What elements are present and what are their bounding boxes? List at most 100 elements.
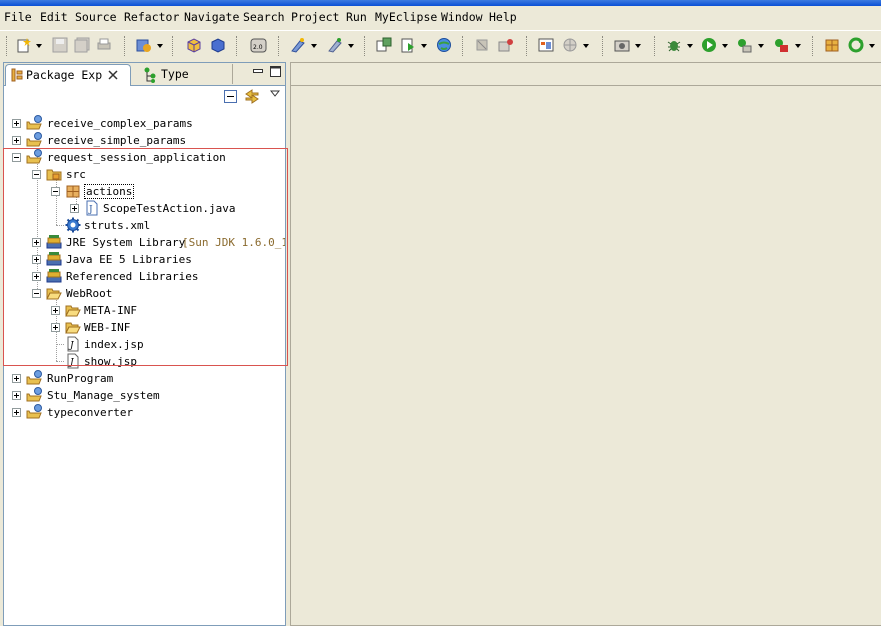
open-resource-icon[interactable] — [400, 37, 416, 53]
deploy-icon[interactable] — [186, 37, 202, 53]
server-icon[interactable] — [210, 37, 226, 53]
tree-row-request-session-application[interactable]: request_session_application — [4, 149, 285, 166]
camera-icon[interactable] — [614, 37, 630, 53]
menu-project[interactable]: Project — [291, 10, 339, 24]
menu-source[interactable]: Source — [75, 10, 117, 24]
expand-toggle[interactable] — [12, 136, 21, 145]
toolbar-separator — [602, 36, 605, 56]
globe-icon[interactable] — [436, 37, 452, 53]
tree-row-stu-manage-system[interactable]: Stu_Manage_system — [4, 387, 285, 404]
run-icon[interactable] — [701, 37, 717, 53]
stop-server-icon[interactable] — [773, 37, 789, 53]
new-package-icon[interactable] — [824, 37, 840, 53]
tree-label: META-INF — [84, 304, 137, 317]
debug-web-dropdown-arrow[interactable] — [157, 44, 163, 48]
tree-row-index-jsp[interactable]: J index.jsp — [4, 336, 285, 353]
tree-row-receive-simple-params[interactable]: receive_simple_params — [4, 132, 285, 149]
menu-edit[interactable]: Edit — [40, 10, 68, 24]
expand-toggle[interactable] — [51, 323, 60, 332]
refresh-dropdown-arrow[interactable] — [869, 44, 875, 48]
debug-icon[interactable] — [666, 37, 682, 53]
tree-label: struts.xml — [84, 219, 151, 232]
open-resource-dropdown-arrow[interactable] — [421, 44, 427, 48]
menu-myeclipse[interactable]: MyEclipse — [375, 10, 437, 24]
expand-toggle[interactable] — [12, 119, 21, 128]
tree-row-struts-xml[interactable]: struts.xml — [4, 217, 285, 234]
external-tools-dropdown-arrow[interactable] — [758, 44, 764, 48]
new-java-project-icon[interactable] — [290, 37, 306, 53]
tree-row-jre-system-library[interactable]: JRE System Library [Sun JDK 1.6.0_13 — [4, 234, 285, 251]
tree-row-web-inf[interactable]: WEB-INF — [4, 319, 285, 336]
expand-toggle[interactable] — [12, 391, 21, 400]
camera-dropdown-arrow[interactable] — [635, 44, 641, 48]
tree-row-meta-inf[interactable]: META-INF — [4, 302, 285, 319]
menu-window[interactable]: Window — [441, 10, 483, 24]
menu-search[interactable]: Search — [243, 10, 285, 24]
minimize-icon[interactable] — [253, 67, 263, 75]
expand-toggle[interactable] — [12, 374, 21, 383]
tree-row-receive-complex-params[interactable]: receive_complex_params — [4, 115, 285, 132]
collapse-all-icon[interactable] — [224, 90, 237, 103]
refresh-icon[interactable] — [848, 37, 864, 53]
collapse-toggle[interactable] — [51, 187, 60, 196]
new-wizard-icon[interactable] — [16, 37, 32, 53]
java-file-icon: J — [86, 200, 98, 216]
java-version-icon[interactable]: 2.0 — [250, 37, 268, 53]
tab-package-explorer[interactable]: Package Exp — [5, 64, 131, 86]
save-all-icon[interactable] — [74, 37, 90, 53]
expand-toggle[interactable] — [32, 272, 41, 281]
new-java-project-dropdown-arrow[interactable] — [311, 44, 317, 48]
menu-help[interactable]: Help — [489, 10, 517, 24]
link-with-editor-icon[interactable] — [244, 89, 260, 104]
view-menu-icon[interactable] — [270, 90, 280, 98]
debug-dropdown-arrow[interactable] — [687, 44, 693, 48]
tree-row-referenced-libraries[interactable]: Referenced Libraries — [4, 268, 285, 285]
tree-row-runprogram[interactable]: RunProgram — [4, 370, 285, 387]
web-browser-icon[interactable] — [562, 37, 578, 53]
forward-history-icon[interactable] — [498, 37, 514, 53]
menu-navigate[interactable]: Navigate — [184, 10, 239, 24]
menu-refactor[interactable]: Refactor — [124, 10, 179, 24]
tree-row-webroot[interactable]: WebRoot — [4, 285, 285, 302]
tab-type-hierarchy[interactable]: Type Hierar — [135, 64, 233, 101]
open-perspective-icon[interactable] — [538, 37, 554, 53]
tree-row-src[interactable]: src — [4, 166, 285, 183]
close-icon[interactable] — [108, 70, 118, 80]
tree-label: receive_complex_params — [47, 117, 193, 130]
maximize-icon[interactable] — [270, 66, 281, 77]
external-tools-icon[interactable] — [736, 37, 752, 53]
run-dropdown-arrow[interactable] — [722, 44, 728, 48]
new-class-icon[interactable] — [327, 37, 343, 53]
svg-text:2.0: 2.0 — [253, 44, 263, 51]
new-dropdown-arrow[interactable] — [36, 44, 42, 48]
menu-run[interactable]: Run — [346, 10, 367, 24]
collapse-toggle[interactable] — [32, 289, 41, 298]
web-browser-dropdown-arrow[interactable] — [583, 44, 589, 48]
type-hierarchy-icon — [144, 67, 156, 83]
stop-server-dropdown-arrow[interactable] — [795, 44, 801, 48]
expand-toggle[interactable] — [32, 255, 41, 264]
collapse-toggle[interactable] — [32, 170, 41, 179]
expand-toggle[interactable] — [32, 238, 41, 247]
package-explorer-view: Package Exp Type Hierar — [3, 62, 286, 626]
back-history-icon[interactable] — [474, 37, 490, 53]
tree-label: receive_simple_params — [47, 134, 187, 147]
menu-file[interactable]: File — [4, 10, 32, 24]
toolbar-separator — [278, 36, 281, 56]
tree-label: index.jsp — [84, 338, 144, 351]
expand-toggle[interactable] — [12, 408, 21, 417]
open-folder-icon — [46, 288, 62, 300]
expand-toggle[interactable] — [51, 306, 60, 315]
tree-row-actions[interactable]: actions — [4, 183, 285, 200]
save-icon[interactable] — [52, 37, 68, 53]
expand-toggle[interactable] — [70, 204, 79, 213]
print-icon[interactable] — [96, 37, 112, 53]
debug-web-icon[interactable] — [136, 37, 152, 53]
new-class-dropdown-arrow[interactable] — [348, 44, 354, 48]
tree-row-typeconverter[interactable]: typeconverter — [4, 404, 285, 421]
collapse-toggle[interactable] — [12, 153, 21, 162]
tree-row-java-ee-libraries[interactable]: Java EE 5 Libraries — [4, 251, 285, 268]
tree-row-show-jsp[interactable]: J show.jsp — [4, 353, 285, 370]
tree-row-scopetestaction[interactable]: J ScopeTestAction.java — [4, 200, 285, 217]
open-type-icon[interactable] — [376, 37, 392, 53]
